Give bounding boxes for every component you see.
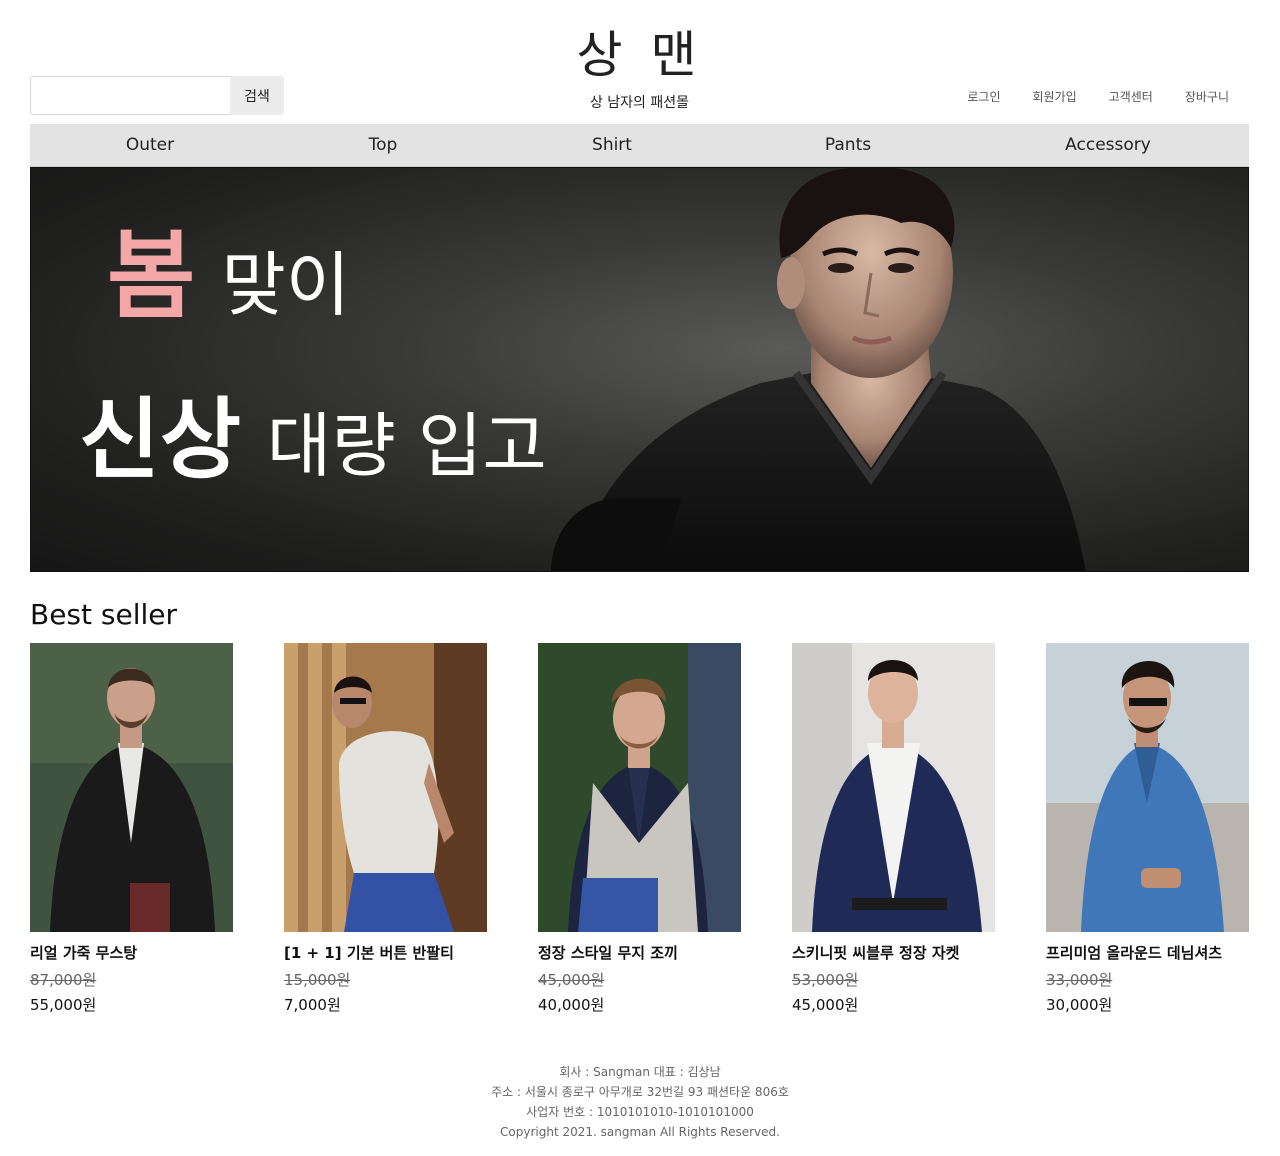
- site-footer: 회사 : Sangman 대표 : 김상남 주소 : 서울시 종로구 아무개로 …: [0, 1062, 1280, 1142]
- product-name[interactable]: 리얼 가죽 무스탕: [30, 942, 233, 963]
- banner-headline-2: 신상 대량 입고: [79, 396, 547, 484]
- banner-arrival-text: 대량 입고: [266, 405, 547, 487]
- banner-new-text: 신상: [79, 388, 241, 491]
- banner-headline-1: 봄 맞이: [107, 228, 350, 324]
- product-card[interactable]: 리얼 가죽 무스탕 87,000원 55,000원: [30, 643, 233, 1015]
- product-image-navy-jacket[interactable]: [792, 643, 995, 932]
- product-price: 40,000원: [538, 996, 605, 1014]
- product-image-suit-vest[interactable]: [538, 643, 741, 932]
- nav-item-top[interactable]: Top: [369, 124, 398, 167]
- site-logo[interactable]: 상 맨: [30, 22, 1249, 88]
- footer-company: 회사 : Sangman 대표 : 김상남: [559, 1065, 721, 1079]
- utility-links: 로그인 회원가입 고객센터 장바구니: [967, 88, 1229, 105]
- product-image-basic-button-tee[interactable]: [284, 643, 487, 932]
- hero-banner[interactable]: 봄 맞이 신상 대량 입고: [30, 167, 1249, 572]
- nav-item-outer[interactable]: Outer: [126, 124, 174, 167]
- product-image-denim-shirt[interactable]: [1046, 643, 1249, 932]
- product-name[interactable]: 스키니핏 씨블루 정장 자켓: [792, 942, 995, 963]
- product-price: 55,000원: [30, 996, 97, 1014]
- product-original-price: 53,000원: [792, 971, 859, 989]
- product-price: 7,000원: [284, 996, 341, 1014]
- product-original-price: 33,000원: [1046, 971, 1113, 989]
- product-price: 45,000원: [792, 996, 859, 1014]
- cart-link[interactable]: 장바구니: [1185, 88, 1229, 105]
- product-image-leather-mustang[interactable]: [30, 643, 233, 932]
- login-link[interactable]: 로그인: [967, 88, 1000, 105]
- footer-business-number: 사업자 번호 : 1010101010-1010101000: [526, 1105, 754, 1119]
- nav-item-shirt[interactable]: Shirt: [592, 124, 632, 167]
- product-card[interactable]: [1 + 1] 기본 버튼 반팔티 15,000원 7,000원: [284, 643, 487, 1015]
- category-nav: Outer Top Shirt Pants Accessory: [30, 124, 1249, 167]
- product-name[interactable]: 정장 스타일 무지 조끼: [538, 942, 741, 963]
- customer-center-link[interactable]: 고객센터: [1109, 88, 1153, 105]
- signup-link[interactable]: 회원가입: [1032, 88, 1076, 105]
- banner-model-image: [551, 168, 1086, 571]
- nav-item-pants[interactable]: Pants: [825, 124, 871, 167]
- product-name[interactable]: 프리미엄 올라운드 데님셔츠: [1046, 942, 1249, 963]
- footer-copyright: Copyright 2021. sangman All Rights Reser…: [500, 1125, 780, 1139]
- product-original-price: 87,000원: [30, 971, 97, 989]
- best-seller-title: Best seller: [30, 598, 178, 631]
- site-header: 검색 상 맨 상 남자의 패션몰 로그인 회원가입 고객센터 장바구니: [30, 0, 1249, 124]
- product-card[interactable]: 프리미엄 올라운드 데님셔츠 33,000원 30,000원: [1046, 643, 1249, 1015]
- banner-spring-text: 봄: [107, 220, 196, 332]
- banner-welcome-text: 맞이: [221, 244, 351, 326]
- product-original-price: 45,000원: [538, 971, 605, 989]
- product-name[interactable]: [1 + 1] 기본 버튼 반팔티: [284, 942, 487, 963]
- footer-address: 주소 : 서울시 종로구 아무개로 32번길 93 패션타운 806호: [491, 1085, 789, 1099]
- nav-item-accessory[interactable]: Accessory: [1065, 124, 1151, 167]
- product-price: 30,000원: [1046, 996, 1113, 1014]
- product-card[interactable]: 스키니핏 씨블루 정장 자켓 53,000원 45,000원: [792, 643, 995, 1015]
- product-original-price: 15,000원: [284, 971, 351, 989]
- product-card[interactable]: 정장 스타일 무지 조끼 45,000원 40,000원: [538, 643, 741, 1015]
